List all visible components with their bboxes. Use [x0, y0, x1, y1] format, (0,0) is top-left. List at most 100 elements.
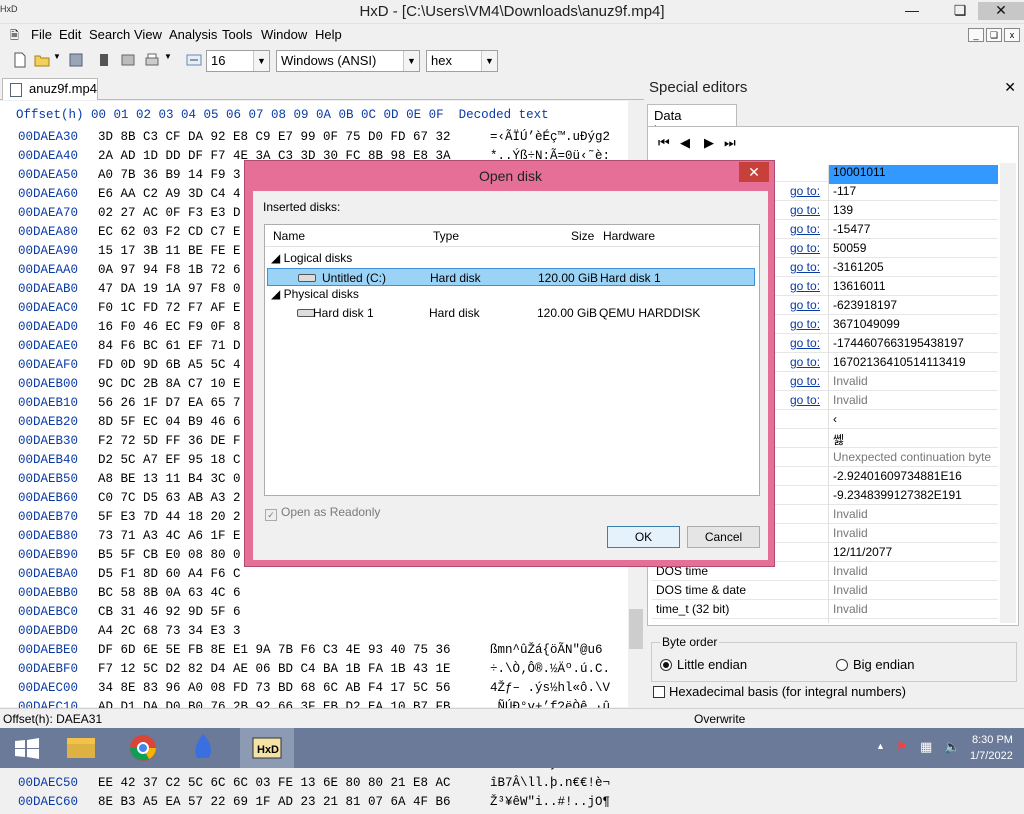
chevron-down-icon[interactable]: ▼	[481, 51, 497, 71]
charset-select[interactable]: Windows (ANSI) ▼	[276, 50, 420, 72]
menu-search[interactable]: Search	[89, 27, 130, 42]
col-name[interactable]: Name	[273, 229, 305, 243]
inspector-row[interactable]: DOS time & date Invalid	[652, 581, 998, 602]
save-icon[interactable]	[68, 52, 84, 68]
hex-row[interactable]: 00DAEA50 A0 7B 36 B9 14 F9 3	[18, 168, 241, 187]
inspector-row[interactable]: time_t (64 bit) Invalid	[652, 619, 998, 623]
print-dropdown-icon[interactable]: ▼	[164, 52, 180, 68]
hex-row[interactable]: 00DAEA80 EC 62 03 F2 CD C7 E	[18, 225, 241, 244]
clock-time[interactable]: 8:30 PM	[972, 734, 1013, 746]
mdi-minimize-icon[interactable]: _	[968, 28, 984, 42]
row-bytes[interactable]: A8 BE 13 11 B4 3C 0	[98, 472, 241, 486]
hex-row[interactable]: 00DAEB10 56 26 1F D7 EA 65 7	[18, 396, 241, 415]
goto-link[interactable]: go to:	[790, 355, 820, 369]
goto-link[interactable]: go to:	[790, 184, 820, 198]
ok-button[interactable]: OK	[607, 526, 680, 548]
row-bytes[interactable]: FD 0D 9D 6B A5 5C 4	[98, 358, 241, 372]
hex-row[interactable]: 00DAEC60 8E B3 A5 EA 57 22 69 1F AD 23 21…	[18, 795, 610, 814]
clock-date[interactable]: 1/7/2022	[970, 750, 1013, 762]
menu-edit[interactable]: Edit	[59, 27, 81, 42]
col-hardware[interactable]: Hardware	[603, 229, 655, 243]
dialog-close-icon[interactable]: ✕	[739, 162, 769, 182]
inspector-row[interactable]: time_t (32 bit) Invalid	[652, 600, 998, 621]
row-bytes[interactable]: F2 72 5D FF 36 DE F	[98, 434, 241, 448]
disk-list[interactable]: Name Type Size Hardware ◢ Logical disks …	[264, 224, 760, 496]
goto-link[interactable]: go to:	[790, 298, 820, 312]
tab-anuz9f[interactable]: anuz9f.mp4	[2, 78, 98, 100]
big-endian-radio[interactable]: Big endian	[836, 657, 914, 672]
open-disk-icon[interactable]	[96, 52, 112, 68]
hex-row[interactable]: 00DAEB90 B5 5F CB E0 08 80 0	[18, 548, 241, 567]
hex-row[interactable]: 00DAEAE0 84 F6 BC 61 EF 71 D	[18, 339, 241, 358]
hex-row[interactable]: 00DAEA40 2A AD 1D DD DF F7 4E 3A C3 3D 30…	[18, 149, 610, 168]
goto-link[interactable]: go to:	[790, 222, 820, 236]
hex-row[interactable]: 00DAEB80 73 71 A3 4C A6 1F E	[18, 529, 241, 548]
row-bytes[interactable]: 84 F6 BC 61 EF 71 D	[98, 339, 241, 353]
windows-start-icon[interactable]	[0, 728, 54, 768]
row-bytes[interactable]: D5 F1 8D 60 A4 F6 C	[98, 567, 241, 581]
row-decoded-text[interactable]: =‹ÃÏÚ’èÉç™.uÐýg2	[490, 130, 610, 144]
menu-analysis[interactable]: Analysis	[169, 27, 217, 42]
little-endian-radio[interactable]: Little endian	[660, 657, 747, 672]
open-folder-icon[interactable]	[34, 52, 50, 68]
hex-row[interactable]: 00DAEAF0 FD 0D 9D 6B A5 5C 4	[18, 358, 241, 377]
row-bytes[interactable]: 34 8E 83 96 A0 08 FD 73 BD 68 6C AB F4 1…	[98, 681, 451, 695]
collapse-icon[interactable]: ◢	[271, 287, 280, 301]
hex-row[interactable]: 00DAEB00 9C DC 2B 8A C7 10 E	[18, 377, 241, 396]
row-bytes[interactable]: EE 42 37 C2 5C 6C 6C 03 FE 13 6E 80 80 2…	[98, 776, 451, 790]
row-bytes[interactable]: 8D 5F EC 04 B9 46 6	[98, 415, 241, 429]
col-type[interactable]: Type	[433, 229, 459, 243]
inspector-value[interactable]: Invalid	[828, 621, 998, 623]
tab-data-inspector[interactable]: Data inspector	[647, 104, 737, 138]
hex-row[interactable]: 00DAEBD0 A4 2C 68 73 34 E3 3	[18, 624, 241, 643]
open-ram-icon[interactable]	[120, 52, 136, 68]
row-bytes[interactable]: E6 AA C2 A9 3D C4 4	[98, 187, 241, 201]
row-bytes[interactable]: 9C DC 2B 8A C7 10 E	[98, 377, 241, 391]
row-bytes[interactable]: 02 27 AC 0F F3 E3 D	[98, 206, 241, 220]
bytes-per-row-select[interactable]: 16 ▼	[206, 50, 270, 72]
goto-link[interactable]: go to:	[790, 279, 820, 293]
hex-row[interactable]: 00DAEB70 5F E3 7D 44 18 20 2	[18, 510, 241, 529]
inspector-scrollbar[interactable]	[1000, 163, 1016, 623]
row-bytes[interactable]: EC 62 03 F2 CD C7 E	[98, 225, 241, 239]
hex-basis-checkbox[interactable]: Hexadecimal basis (for integral numbers)	[653, 684, 906, 699]
last-icon[interactable]: ⏭	[724, 135, 736, 151]
hex-row[interactable]: 00DAEC00 34 8E 83 96 A0 08 FD 73 BD 68 6C…	[18, 681, 610, 700]
open-dropdown-icon[interactable]: ▼	[53, 52, 69, 68]
menu-view[interactable]: View	[134, 27, 162, 42]
row-bytes[interactable]: DF 6D 6E 5E FB 8E E1 9A 7B F6 C3 4E 93 4…	[98, 643, 451, 657]
first-icon[interactable]: ⏮	[658, 135, 670, 151]
goto-link[interactable]: go to:	[790, 317, 820, 331]
group-logical-disks[interactable]: ◢ Logical disks	[271, 251, 352, 265]
print-icon[interactable]	[144, 52, 160, 68]
hex-row[interactable]: 00DAEA90 15 17 3B 11 BE FE E	[18, 244, 241, 263]
file-explorer-icon[interactable]	[54, 728, 108, 768]
hex-row[interactable]: 00DAEAA0 0A 97 94 F8 1B 72 6	[18, 263, 241, 282]
tray-expand-icon[interactable]: ▲	[876, 741, 885, 751]
row-bytes[interactable]: 5F E3 7D 44 18 20 2	[98, 510, 241, 524]
row-bytes[interactable]: 16 F0 46 EC F9 0F 8	[98, 320, 241, 334]
previous-icon[interactable]: ◀	[680, 135, 690, 151]
hex-row[interactable]: 00DAEB30 F2 72 5D FF 36 DE F	[18, 434, 241, 453]
hex-row[interactable]: 00DAEBA0 D5 F1 8D 60 A4 F6 C	[18, 567, 241, 586]
row-bytes[interactable]: C0 7C D5 63 AB A3 2	[98, 491, 241, 505]
menu-tools[interactable]: Tools	[222, 27, 252, 42]
row-bytes[interactable]: 0A 97 94 F8 1B 72 6	[98, 263, 241, 277]
scrollbar-thumb[interactable]	[629, 609, 643, 649]
menu-file[interactable]: File	[31, 27, 52, 42]
disk-row-hard-disk-1[interactable]: Hard disk 1 Hard disk 120.00 GiB QEMU HA…	[267, 304, 755, 322]
row-bytes[interactable]: 47 DA 19 1A 97 F8 0	[98, 282, 241, 296]
mdi-close-icon[interactable]: x	[1004, 28, 1020, 42]
goto-link[interactable]: go to:	[790, 203, 820, 217]
hex-row[interactable]: 00DAEBB0 BC 58 8B 0A 63 4C 6	[18, 586, 241, 605]
flame-app-icon[interactable]	[176, 728, 230, 768]
row-bytes[interactable]: F7 12 5C D2 82 D4 AE 06 BD C4 BA 1B FA 1…	[98, 662, 451, 676]
row-bytes[interactable]: 15 17 3B 11 BE FE E	[98, 244, 241, 258]
chevron-down-icon[interactable]: ▼	[403, 51, 419, 71]
chevron-down-icon[interactable]: ▼	[253, 51, 269, 71]
hex-row[interactable]: 00DAEBF0 F7 12 5C D2 82 D4 AE 06 BD C4 BA…	[18, 662, 610, 681]
row-bytes[interactable]: BC 58 8B 0A 63 4C 6	[98, 586, 241, 600]
new-file-icon[interactable]	[12, 52, 28, 68]
hex-row[interactable]: 00DAEAB0 47 DA 19 1A 97 F8 0	[18, 282, 241, 301]
hex-row[interactable]: 00DAEAD0 16 F0 46 EC F9 0F 8	[18, 320, 241, 339]
